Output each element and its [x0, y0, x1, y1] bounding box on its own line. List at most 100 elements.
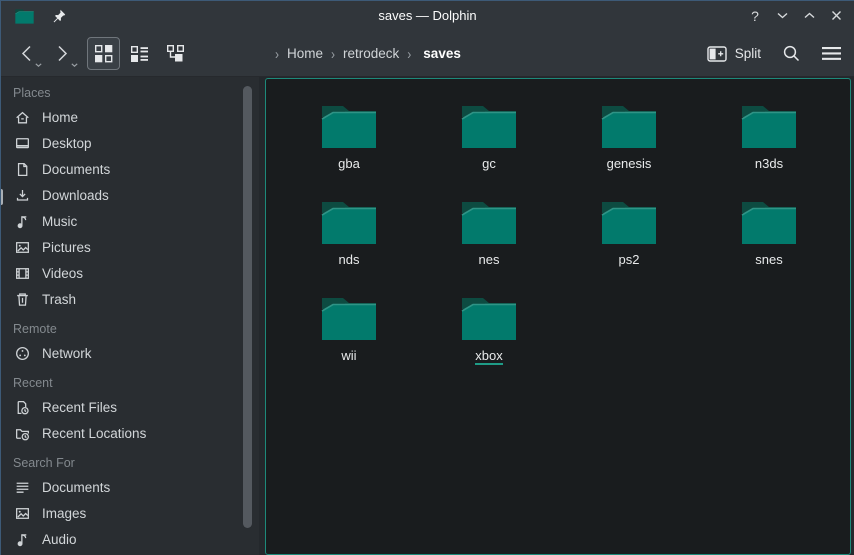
details-view-button[interactable] [123, 37, 156, 70]
dolphin-window: saves — Dolphin ? [0, 0, 854, 555]
folder-grid: gba gc genesis n3ds nds nes [266, 79, 850, 387]
music-note-icon [14, 213, 31, 230]
music-note-icon [14, 531, 31, 548]
section-header: Remote [1, 318, 259, 340]
network-icon [14, 345, 31, 362]
window-header: saves — Dolphin ? [1, 1, 854, 77]
search-icon [782, 44, 801, 63]
folder-item-snes[interactable]: snes [699, 195, 839, 291]
section-header: Recent [1, 372, 259, 394]
sidebar-item-network[interactable]: Network [1, 340, 259, 366]
breadcrumb-retrodeck[interactable]: retrodeck [343, 46, 399, 61]
folder-label: nds [339, 252, 360, 267]
folder-label: xbox [475, 348, 502, 365]
folder-item-nes[interactable]: nes [419, 195, 559, 291]
toolbar-right: Split [707, 30, 841, 77]
back-button[interactable] [15, 39, 37, 69]
sidebar-item-videos[interactable]: Videos [1, 260, 259, 286]
minimize-button[interactable] [773, 7, 791, 25]
folder-item-gc[interactable]: gc [419, 99, 559, 195]
places-section: Places Home Desktop [1, 82, 259, 312]
search-for-section: Search For Documents Images [1, 452, 259, 552]
breadcrumb: › Home › retrodeck › saves [267, 30, 461, 77]
back-history-chevron-icon[interactable] [35, 63, 42, 67]
folder-label: snes [755, 252, 782, 267]
folder-item-xbox[interactable]: xbox [419, 291, 559, 387]
sidebar-scrollbar[interactable] [243, 86, 252, 528]
folder-item-genesis[interactable]: genesis [559, 99, 699, 195]
window-controls: ? [746, 1, 845, 30]
chevron-right-icon: › [331, 45, 335, 63]
tree-view-button[interactable] [159, 37, 192, 70]
titlebar[interactable]: saves — Dolphin ? [1, 1, 854, 30]
places-panel: Places Home Desktop [1, 77, 259, 555]
sidebar-item-trash[interactable]: Trash [1, 286, 259, 312]
sidebar-item-documents[interactable]: Documents [1, 156, 259, 182]
folder-label: gba [338, 156, 360, 171]
folder-item-wii[interactable]: wii [279, 291, 419, 387]
split-label: Split [735, 46, 761, 61]
sidebar-item-pictures[interactable]: Pictures [1, 234, 259, 260]
sidebar-item-desktop[interactable]: Desktop [1, 130, 259, 156]
recent-locations-icon [14, 425, 31, 442]
desktop-icon [14, 135, 31, 152]
navigation-buttons [15, 39, 73, 69]
folder-icon [459, 195, 519, 245]
trash-icon [14, 291, 31, 308]
window-title: saves — Dolphin [1, 8, 854, 23]
folder-label: wii [341, 348, 356, 363]
folder-label: nes [479, 252, 500, 267]
view-mode-buttons [87, 37, 192, 70]
image-icon [14, 505, 31, 522]
folder-icon [599, 99, 659, 149]
sidebar-item-recent-files[interactable]: Recent Files [1, 394, 259, 420]
sidebar-item-search-documents[interactable]: Documents [1, 474, 259, 500]
breadcrumb-home[interactable]: Home [287, 46, 323, 61]
sidebar-item-downloads[interactable]: Downloads [1, 182, 259, 208]
folder-label: gc [482, 156, 496, 171]
folder-icon [739, 99, 799, 149]
icons-view-button[interactable] [87, 37, 120, 70]
folder-icon [599, 195, 659, 245]
hamburger-icon [822, 46, 841, 61]
folder-label: ps2 [619, 252, 640, 267]
toolbar: › Home › retrodeck › saves Split [1, 30, 854, 77]
close-button[interactable] [827, 7, 845, 25]
chevron-right-icon: › [275, 45, 279, 63]
folder-item-n3ds[interactable]: n3ds [699, 99, 839, 195]
folder-item-ps2[interactable]: ps2 [559, 195, 699, 291]
forward-button[interactable] [51, 39, 73, 69]
folder-icon [739, 195, 799, 245]
breadcrumb-saves[interactable]: saves [423, 46, 461, 61]
sidebar-item-search-audio[interactable]: Audio [1, 526, 259, 552]
home-icon [14, 109, 31, 126]
search-button[interactable] [782, 44, 801, 63]
section-header: Places [1, 82, 259, 104]
folder-item-nds[interactable]: nds [279, 195, 419, 291]
recent-section: Recent Recent Files Recent Locations [1, 372, 259, 446]
folder-icon [459, 291, 519, 341]
sidebar-item-home[interactable]: Home [1, 104, 259, 130]
menu-button[interactable] [822, 46, 841, 61]
folder-view[interactable]: gba gc genesis n3ds nds nes [265, 78, 851, 555]
remote-section: Remote Network [1, 318, 259, 366]
panel-resize-handle[interactable] [1, 189, 3, 205]
forward-history-chevron-icon[interactable] [71, 63, 78, 67]
folder-icon [319, 291, 379, 341]
pin-icon[interactable] [52, 9, 66, 23]
document-icon [14, 161, 31, 178]
dolphin-app-icon [14, 7, 35, 24]
text-lines-icon [14, 479, 31, 496]
maximize-button[interactable] [800, 7, 818, 25]
chevron-right-icon: › [407, 45, 411, 63]
help-button[interactable]: ? [746, 7, 764, 25]
folder-icon [319, 195, 379, 245]
folder-item-gba[interactable]: gba [279, 99, 419, 195]
folder-icon [459, 99, 519, 149]
image-icon [14, 239, 31, 256]
sidebar-item-recent-locations[interactable]: Recent Locations [1, 420, 259, 446]
download-icon [14, 187, 31, 204]
sidebar-item-music[interactable]: Music [1, 208, 259, 234]
sidebar-item-search-images[interactable]: Images [1, 500, 259, 526]
split-button[interactable]: Split [707, 46, 761, 62]
